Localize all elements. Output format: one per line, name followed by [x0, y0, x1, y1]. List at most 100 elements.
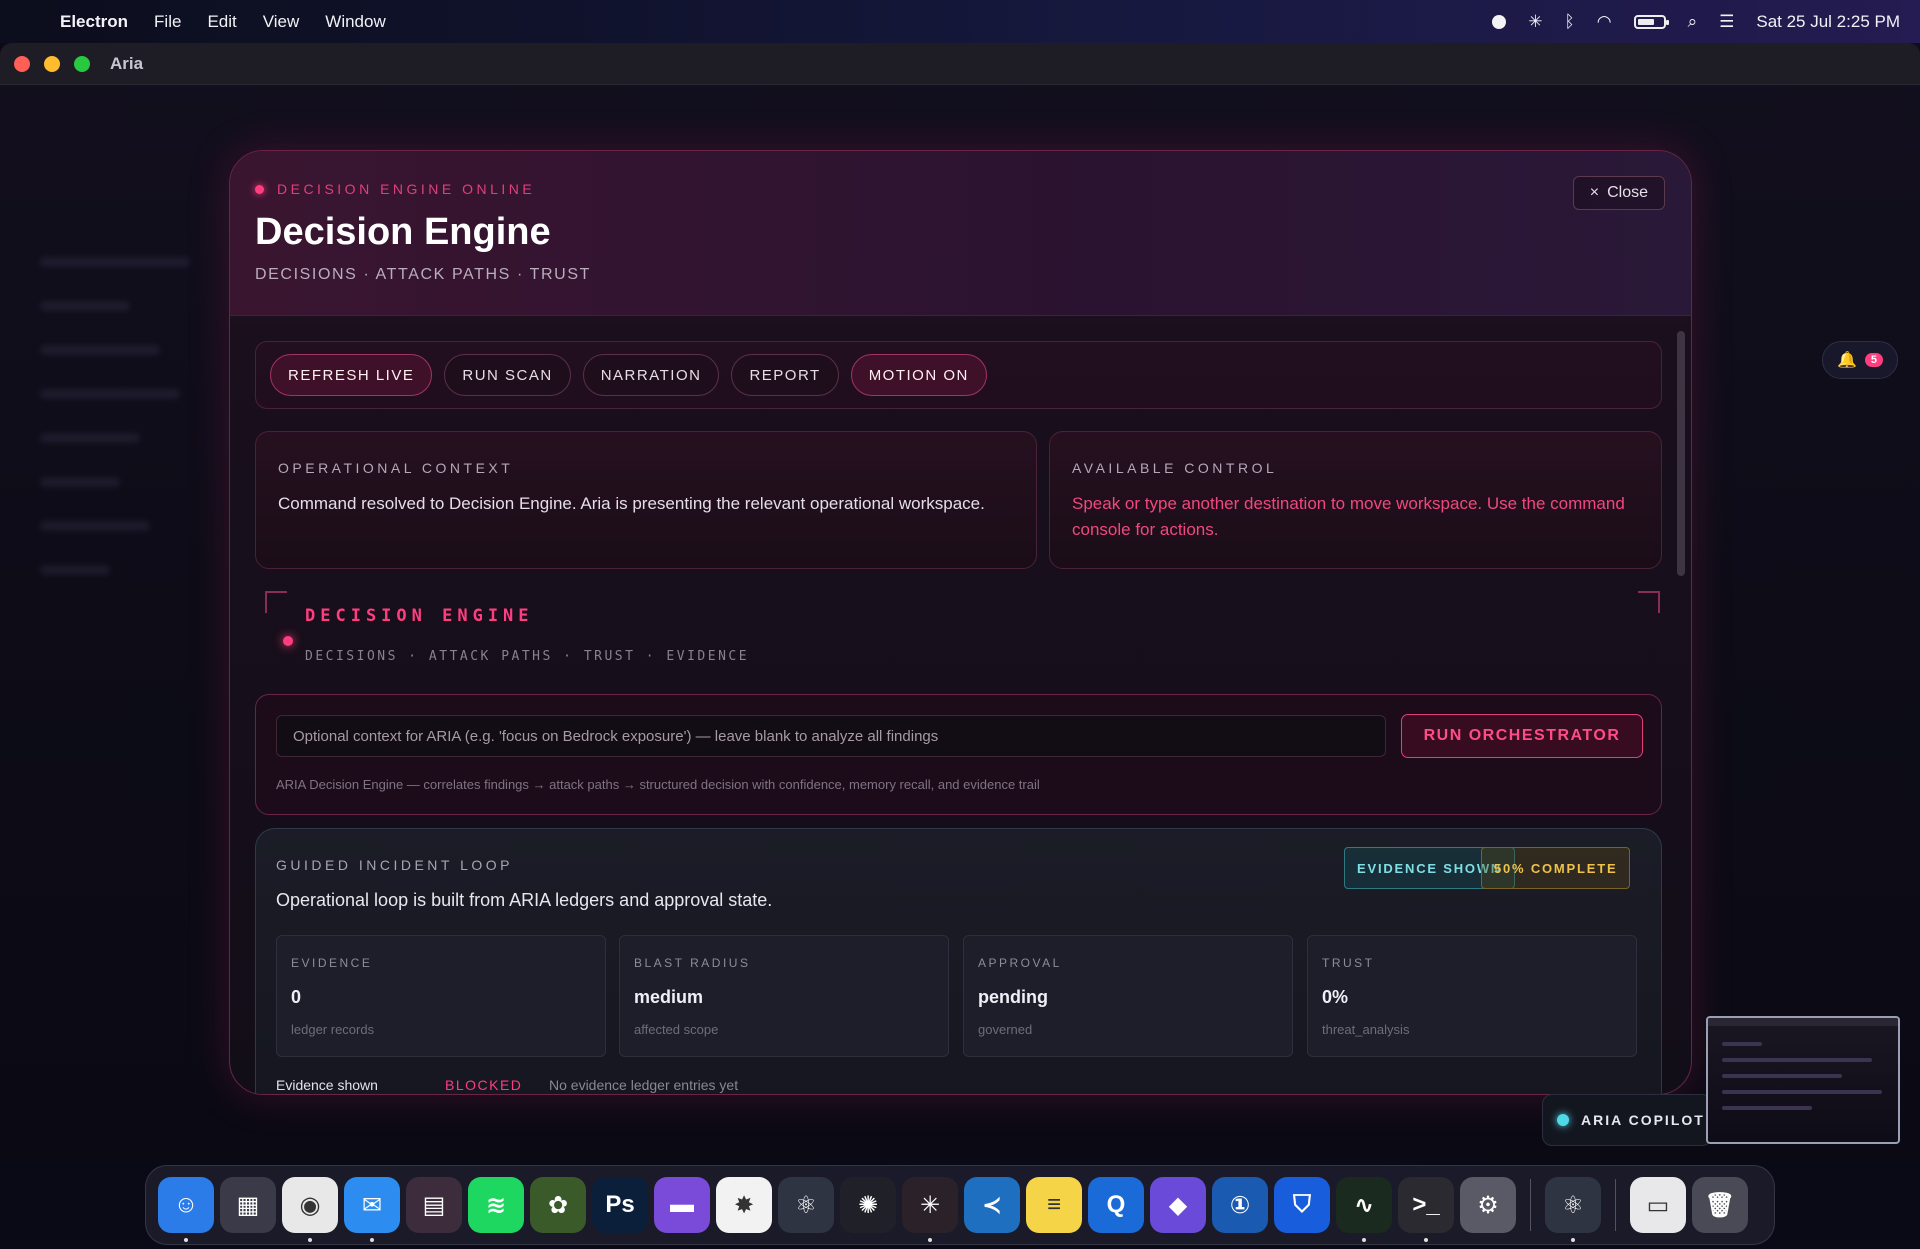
decision-engine-banner: DECISION ENGINE DECISIONS · ATTACK PATHS… [265, 591, 1660, 686]
launchpad-icon[interactable]: ▦ [220, 1177, 276, 1233]
title-bar: Aria [0, 43, 1920, 85]
close-icon: × [1589, 184, 1600, 201]
metric-label: TRUST [1322, 956, 1375, 970]
narration-button[interactable]: NARRATION [582, 354, 720, 396]
close-button[interactable]: × Close [1572, 176, 1665, 210]
activity-monitor-icon[interactable]: ∿ [1336, 1177, 1392, 1242]
proton-icon[interactable]: ◆ [1150, 1177, 1206, 1233]
menu-clock[interactable]: Sat 25 Jul 2:25 PM [1756, 12, 1900, 32]
asterisk-icon[interactable]: ✳ [1528, 12, 1542, 32]
control-center-icon[interactable]: ☰ [1719, 12, 1734, 32]
report-button[interactable]: REPORT [731, 354, 839, 396]
corner-bracket [265, 591, 287, 613]
background-sidebar [20, 223, 220, 823]
available-control-card: AVAILABLE CONTROL Speak or type another … [1049, 431, 1662, 569]
completion-badge: 50% COMPLETE [1481, 847, 1631, 889]
document-icon[interactable]: ▭ [1630, 1177, 1686, 1233]
available-control-label: AVAILABLE CONTROL [1072, 460, 1278, 476]
orchestrator-context-input[interactable] [276, 715, 1386, 757]
banner-dot-icon [283, 636, 293, 646]
metric-label: BLAST RADIUS [634, 956, 751, 970]
settings-icon[interactable]: ⚙ [1460, 1177, 1516, 1233]
copilot-label: ARIA COPILOT [1581, 1112, 1705, 1128]
notes-icon[interactable]: ≡ [1026, 1177, 1082, 1233]
loop-row-detail: No evidence ledger entries yet [549, 1077, 739, 1093]
menu-file[interactable]: File [154, 12, 181, 32]
metric-label: APPROVAL [978, 956, 1062, 970]
chrome-icon[interactable]: ◉ [282, 1177, 338, 1242]
chatgpt-icon[interactable]: ✺ [840, 1177, 896, 1233]
notifications-button[interactable]: 🔔 5 [1822, 341, 1898, 379]
quicktime-icon[interactable]: Q [1088, 1177, 1144, 1233]
run-scan-button[interactable]: RUN SCAN [444, 354, 571, 396]
motion-toggle-button[interactable]: MOTION ON [850, 354, 987, 396]
battery-icon[interactable] [1633, 14, 1669, 29]
dock-separator [1615, 1179, 1616, 1231]
photos-icon[interactable]: ✸ [716, 1177, 772, 1233]
banner-title: DECISION ENGINE [305, 606, 534, 626]
refresh-live-button[interactable]: REFRESH LIVE [270, 354, 433, 396]
terminal-icon[interactable]: >_ [1398, 1177, 1454, 1242]
screen-preview-thumbnail[interactable] [1706, 1016, 1900, 1144]
menu-edit[interactable]: Edit [207, 12, 236, 32]
page-subtitle: DECISIONS · ATTACK PATHS · TRUST [255, 266, 591, 283]
modal-scrollbar[interactable] [1677, 331, 1685, 576]
available-control-text: Speak or type another destination to mov… [1072, 494, 1625, 539]
notification-count: 5 [1864, 353, 1884, 367]
status-dot-icon [255, 184, 264, 194]
menu-bar: Electron File Edit View Window ✳ ᛒ ◠ ⌕ ☰… [0, 0, 1920, 43]
tropical-app-icon[interactable]: ✿ [530, 1177, 586, 1233]
orchestrator-panel: RUN ORCHESTRATOR ARIA Decision Engine — … [255, 694, 1662, 815]
zoom-window-button[interactable] [74, 55, 90, 72]
engine-status-label: DECISION ENGINE ONLINE [277, 181, 536, 197]
metric-label: EVIDENCE [291, 956, 373, 970]
clapper-icon[interactable]: ▬ [654, 1177, 710, 1233]
metric-value: 0 [291, 987, 302, 1007]
dock: ☺ ▦ ◉ ✉ ▤ ≋ ✿ Ps ▬ ✸ ⚛ ✺ ✳ ≺ ≡ Q ◆ ① ⛉ ∿ >_ ⚙ ⚛ ▭ 🗑 [145, 1165, 1775, 1245]
copilot-status-icon [1557, 1114, 1569, 1126]
mail-icon[interactable]: ✉ [344, 1177, 400, 1242]
onepassword-icon[interactable]: ① [1212, 1177, 1268, 1233]
operational-context-text: Command resolved to Decision Engine. Ari… [278, 494, 985, 513]
metric-evidence: EVIDENCE 0 ledger records [276, 935, 606, 1057]
bell-icon: 🔔 [1836, 352, 1857, 369]
loop-description: Operational loop is built from ARIA ledg… [276, 890, 773, 910]
electron-icon[interactable]: ⚛ [778, 1177, 834, 1233]
close-window-button[interactable] [14, 55, 30, 72]
menu-window[interactable]: Window [325, 12, 385, 32]
bitwarden-icon[interactable]: ⛉ [1274, 1177, 1330, 1233]
minimize-window-button[interactable] [44, 55, 60, 72]
metric-note: ledger records [291, 1022, 375, 1037]
spotify-icon[interactable]: ≋ [468, 1177, 524, 1233]
vscode-icon[interactable]: ≺ [964, 1177, 1020, 1233]
electron-app-icon[interactable]: ⚛ [1545, 1177, 1601, 1242]
metric-value: medium [634, 987, 704, 1007]
aria-copilot-button[interactable]: ARIA COPILOT [1542, 1094, 1712, 1146]
decision-engine-modal: DECISION ENGINE ONLINE Decision Engine D… [229, 150, 1692, 1095]
calendar-grid-icon[interactable]: ▤ [406, 1177, 462, 1233]
menu-app-name[interactable]: Electron [60, 12, 128, 32]
engine-status: DECISION ENGINE ONLINE [255, 181, 1666, 197]
app-window: Aria DECISION ENGINE ONLINE Decision Eng… [0, 43, 1920, 1161]
close-button-label: Close [1607, 184, 1648, 201]
run-orchestrator-button[interactable]: RUN ORCHESTRATOR [1401, 714, 1643, 758]
metric-value: 0% [1322, 987, 1349, 1007]
record-icon[interactable] [1492, 14, 1507, 29]
loop-row-name: Evidence shown [276, 1077, 378, 1093]
corner-bracket [1638, 591, 1660, 613]
wifi-icon[interactable]: ◠ [1597, 12, 1612, 32]
metric-approval: APPROVAL pending governed [963, 935, 1293, 1057]
photoshop-icon[interactable]: Ps [592, 1177, 648, 1233]
banner-subtitle: DECISIONS · ATTACK PATHS · TRUST · EVIDE… [305, 649, 750, 664]
metric-note: governed [978, 1022, 1033, 1037]
finder-icon[interactable]: ☺ [158, 1177, 214, 1242]
search-icon[interactable]: ⌕ [1688, 12, 1698, 32]
trash-icon[interactable]: 🗑 [1692, 1177, 1748, 1233]
metric-value: pending [978, 987, 1048, 1007]
bluetooth-icon[interactable]: ᛒ [1565, 12, 1575, 32]
operational-context-label: OPERATIONAL CONTEXT [278, 460, 514, 476]
menu-view[interactable]: View [263, 12, 300, 32]
metric-note: affected scope [634, 1022, 719, 1037]
metric-trust: TRUST 0% threat_analysis [1307, 935, 1637, 1057]
claude-icon[interactable]: ✳ [902, 1177, 958, 1242]
